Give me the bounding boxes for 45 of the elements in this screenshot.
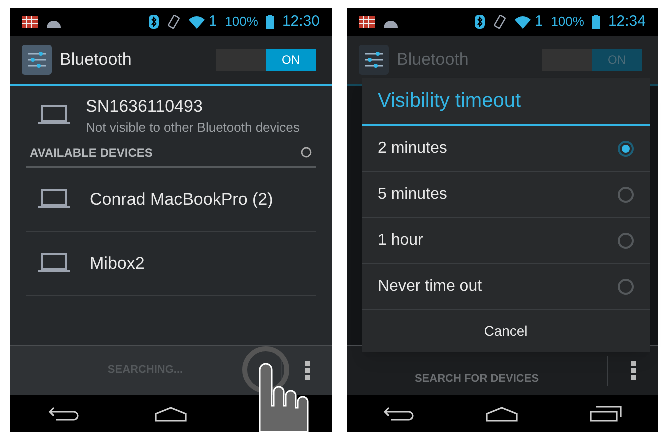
recent-apps-icon[interactable]	[590, 406, 622, 422]
settings-sliders-icon	[22, 45, 52, 75]
device-item[interactable]: Conrad MacBookPro (2)	[26, 168, 316, 232]
visibility-status[interactable]: Not visible to other Bluetooth devices	[86, 120, 300, 136]
settings-sliders-icon	[359, 45, 389, 75]
vibrate-icon	[166, 15, 181, 29]
laptop-icon	[38, 104, 70, 125]
timeout-option[interactable]: 1 hour	[362, 218, 650, 264]
battery-icon	[592, 15, 600, 29]
timeout-option[interactable]: 2 minutes	[362, 126, 650, 172]
section-header: AVAILABLE DEVICES	[30, 144, 153, 162]
clock: 12:30	[282, 12, 320, 32]
device-item[interactable]: Mibox2	[26, 232, 316, 296]
radio-button[interactable]	[618, 232, 634, 248]
clock: 12:34	[608, 12, 646, 32]
signal-number: 1	[208, 12, 218, 32]
device-name: SN1636110493	[86, 96, 204, 118]
back-icon[interactable]	[382, 406, 415, 422]
radio-button[interactable]	[618, 140, 634, 156]
battery-percent: 100%	[225, 13, 258, 32]
radio-button[interactable]	[618, 278, 634, 294]
laptop-icon	[38, 189, 70, 210]
battery-icon	[266, 15, 274, 29]
bluetooth-icon	[474, 15, 485, 29]
laptop-icon	[38, 253, 70, 274]
dialog-title: Visibility timeout	[377, 89, 522, 114]
back-icon[interactable]	[48, 406, 80, 422]
wifi-icon	[188, 16, 205, 28]
bluetooth-icon	[148, 15, 159, 29]
grid-icon	[22, 16, 38, 28]
grid-icon	[359, 16, 375, 28]
home-icon[interactable]	[154, 406, 187, 422]
radio-button[interactable]	[618, 186, 634, 202]
battery-percent: 100%	[551, 13, 584, 32]
progress-spinner-icon	[301, 147, 312, 158]
signal-number: 1	[534, 12, 544, 32]
timeout-option[interactable]: Never time out	[362, 264, 650, 310]
timeout-option[interactable]: 5 minutes	[362, 172, 650, 218]
overflow-menu-icon[interactable]	[304, 360, 310, 380]
screen-title: Bluetooth	[397, 49, 470, 72]
home-icon[interactable]	[486, 406, 518, 422]
screen-title: Bluetooth	[60, 49, 133, 72]
overflow-menu-icon[interactable]	[630, 360, 636, 380]
vibrate-icon	[492, 15, 507, 29]
wifi-icon	[514, 16, 531, 28]
